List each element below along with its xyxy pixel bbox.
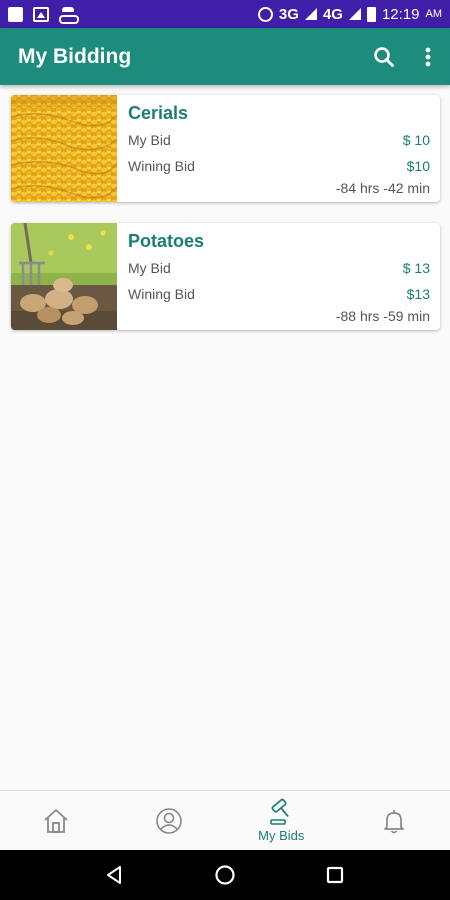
search-icon bbox=[374, 46, 394, 67]
potatoes-photo bbox=[11, 223, 117, 330]
home-circle-icon bbox=[215, 865, 235, 885]
time-left: -84 hrs -42 min bbox=[335, 180, 430, 196]
nav-my-bids-label: My Bids bbox=[258, 828, 305, 843]
nav-home[interactable] bbox=[0, 791, 113, 850]
back-button[interactable] bbox=[93, 853, 137, 897]
bottom-navigation: My Bids bbox=[0, 790, 450, 850]
gavel-icon bbox=[270, 798, 290, 825]
signal-icon bbox=[304, 8, 317, 20]
my-bid-label: My Bid bbox=[128, 260, 171, 276]
image-icon bbox=[33, 6, 49, 22]
page-title: My Bidding bbox=[18, 44, 132, 68]
overflow-menu-button[interactable] bbox=[406, 35, 450, 79]
time-left: -88 hrs -59 min bbox=[335, 308, 430, 324]
my-bid-value: $ 10 bbox=[402, 132, 430, 148]
recents-square-icon bbox=[326, 866, 344, 884]
network-4g-label: 4G bbox=[322, 5, 343, 23]
profile-icon bbox=[155, 807, 182, 834]
winning-bid-label: Wining Bid bbox=[128, 158, 195, 174]
corn-photo bbox=[11, 95, 117, 202]
bid-card[interactable]: Cerials My Bid $ 10 Wining Bid $10 -84 h… bbox=[11, 95, 440, 202]
bell-icon bbox=[383, 809, 404, 833]
system-navigation-bar bbox=[0, 850, 450, 900]
recents-button[interactable] bbox=[313, 853, 357, 897]
nav-notifications[interactable] bbox=[338, 791, 450, 850]
item-title: Potatoes bbox=[128, 231, 205, 251]
more-vert-icon bbox=[425, 47, 431, 66]
winning-bid-row: Wining Bid $10 bbox=[128, 153, 430, 179]
back-triangle-icon bbox=[107, 866, 121, 884]
app-bar: My Bidding bbox=[0, 28, 450, 85]
bid-card[interactable]: Potatoes My Bid $ 13 Wining Bid $13 -88 … bbox=[11, 223, 440, 330]
home-icon bbox=[44, 808, 68, 833]
network-3g-label: 3G bbox=[278, 5, 299, 23]
nav-profile[interactable] bbox=[113, 791, 226, 850]
winning-bid-label: Wining Bid bbox=[128, 286, 195, 302]
home-system-button[interactable] bbox=[203, 853, 247, 897]
alarm-icon bbox=[257, 6, 273, 22]
winning-bid-value: $13 bbox=[406, 286, 430, 302]
notification-square-icon bbox=[8, 6, 23, 22]
my-bid-row: My Bid $ 13 bbox=[128, 255, 430, 281]
incognito-icon bbox=[59, 7, 79, 24]
search-button[interactable] bbox=[362, 35, 406, 79]
my-bid-value: $ 13 bbox=[402, 260, 430, 276]
my-bid-label: My Bid bbox=[128, 132, 171, 148]
status-time: 12:19 bbox=[381, 5, 420, 23]
signal-4g-icon bbox=[348, 8, 361, 20]
status-bar: 3G 4G 12:19 AM bbox=[0, 0, 450, 28]
winning-bid-value: $10 bbox=[406, 158, 430, 174]
status-ampm: AM bbox=[425, 8, 443, 20]
winning-bid-row: Wining Bid $13 bbox=[128, 281, 430, 307]
item-title: Cerials bbox=[128, 103, 189, 123]
bid-list: Cerials My Bid $ 10 Wining Bid $10 -84 h… bbox=[11, 95, 440, 351]
my-bid-row: My Bid $ 10 bbox=[128, 127, 430, 153]
battery-icon bbox=[366, 6, 376, 22]
nav-my-bids[interactable]: My Bids bbox=[225, 791, 338, 850]
